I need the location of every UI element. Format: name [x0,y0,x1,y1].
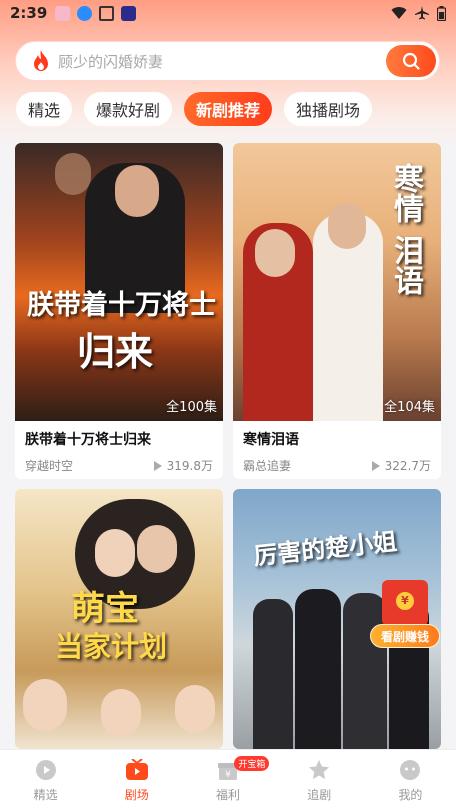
nav-item-featured[interactable]: 精选 [0,750,91,811]
search-placeholder[interactable]: 顾少的闪婚娇妻 [58,51,163,72]
tab-hot[interactable]: 爆款好剧 [84,92,173,126]
star-icon [309,760,330,780]
nav-item-welfare[interactable]: 开宝箱 ¥ 福利 [182,750,273,811]
tab-exclusive[interactable]: 独播剧场 [284,92,373,126]
box-icon [99,5,115,21]
drama-genre: 霸总追妻 [243,459,292,473]
battery-icon [437,5,446,21]
wifi-icon [391,7,407,20]
profile-icon [400,760,421,780]
drama-card[interactable]: 萌宝 当家计划 [15,489,223,749]
earn-reward-widget[interactable]: ¥ 看剧赚钱 [370,580,440,652]
coin-icon: ¥ [396,592,414,610]
poster-title: 朕带着十万将士 [27,290,216,321]
play-count-icon [371,460,380,471]
drama-poster[interactable]: 朕带着十万将士 归来 全100集 [15,143,223,421]
search-button[interactable] [386,45,436,77]
drama-poster[interactable]: 寒情 泪语 全104集 [233,143,441,421]
flame-icon [34,50,48,71]
drama-card[interactable]: 朕带着十万将士 归来 全100集 朕带着十万将士归来 穿越时空 319.8万 [15,143,223,479]
status-bar: 2:39 [0,0,456,26]
poster-title: 归来 [77,329,154,374]
poster-title: 厉害的楚小姐 [252,526,399,571]
tab-new[interactable]: 新剧推荐 [184,92,273,126]
svg-text:¥: ¥ [225,770,231,780]
nav-item-profile[interactable]: 我的 [365,750,456,811]
nav-label: 剧场 [124,788,149,802]
poster-title: 泪语 [388,235,423,295]
nav-label: 我的 [398,788,423,802]
drama-title: 朕带着十万将士归来 [25,432,151,448]
status-time: 2:39 [10,4,48,22]
download-icon [77,5,93,21]
poster-title: 寒情 [388,163,423,223]
view-count: 319.8万 [166,459,213,473]
earn-money-button[interactable]: 看剧赚钱 [370,624,440,648]
nav-item-following[interactable]: 追剧 [274,750,365,811]
poster-title: 当家计划 [55,630,168,663]
episode-count: 全104集 [384,400,435,415]
airplane-icon [415,6,429,20]
episode-count: 全100集 [166,400,217,415]
tab-featured[interactable]: 精选 [16,92,73,126]
play-circle-icon [35,760,56,780]
drama-poster[interactable]: 萌宝 当家计划 [15,489,223,749]
bottom-nav: 精选 剧场 开宝箱 ¥ 福利 追剧 我的 [0,749,456,811]
drama-card[interactable]: 寒情 泪语 全104集 寒情泪语 霸总追妻 322.7万 [233,143,441,479]
video-app-icon [121,5,137,21]
drama-title: 寒情泪语 [243,432,299,448]
app-notification-icon [55,5,71,21]
tab-label: 新剧推荐 [196,101,261,120]
nav-label: 精选 [33,788,58,802]
search-icon [402,52,420,70]
tab-label: 精选 [28,101,61,120]
treasure-badge: 开宝箱 [234,756,270,771]
search-bar[interactable]: 顾少的闪婚娇妻 [15,41,440,81]
poster-title: 萌宝 [71,589,139,629]
nav-label: 追剧 [307,788,332,802]
category-tabs: 精选 爆款好剧 新剧推荐 独播剧场 [16,92,373,126]
view-count: 322.7万 [384,459,431,473]
red-envelope-icon: ¥ [382,580,428,626]
tab-label: 爆款好剧 [96,101,161,120]
nav-label: 福利 [216,788,241,802]
nav-item-theater[interactable]: 剧场 [91,750,182,811]
tab-label: 独播剧场 [296,101,361,120]
play-count-icon [153,460,162,471]
theater-icon [125,759,148,780]
drama-genre: 穿越时空 [25,459,74,473]
